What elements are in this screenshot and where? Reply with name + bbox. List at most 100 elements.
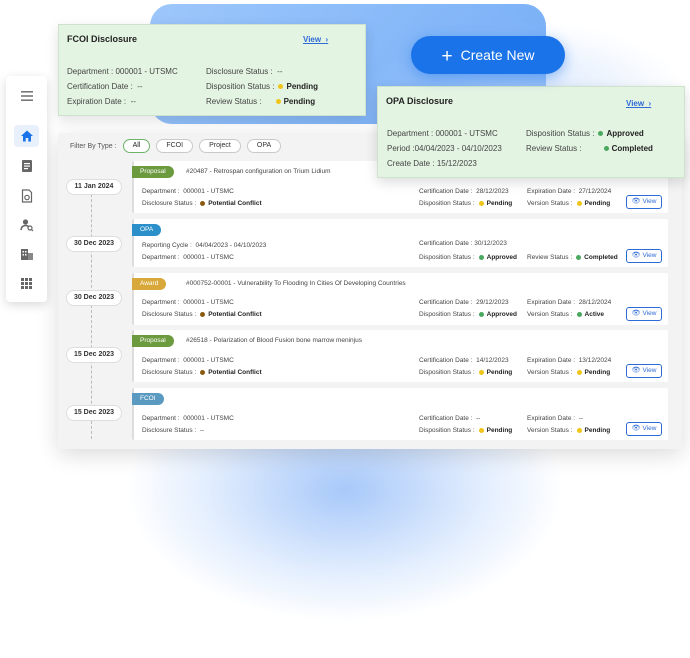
eye-icon: 👁 [631, 425, 641, 432]
timeline-line [91, 179, 92, 439]
status-dot [278, 84, 284, 90]
entry-title[interactable]: #26518 - Polarization of Blood Fusion bo… [186, 337, 362, 344]
field-text: Expiration Date : [67, 97, 127, 106]
field-text: Potential Conflict [208, 369, 262, 376]
filter-label: Filter By Type : [70, 142, 117, 150]
menu-icon[interactable] [14, 85, 39, 107]
info-field: Disclosure Status : Potential Conflict [142, 311, 262, 318]
plus-icon: + [441, 46, 453, 67]
field-text: Disposition Status : [419, 369, 475, 376]
info-field: Department : 000001 - UTSMC [142, 299, 234, 306]
field-text: Pending [286, 82, 319, 91]
field-text: Department : [142, 254, 180, 261]
info-field: Department : 000001 - UTSMC [67, 67, 178, 76]
field-text: 000001 - UTSMC [183, 188, 234, 195]
status-dot [200, 311, 206, 317]
info-field: Certification Date : 30/12/2023 [419, 240, 507, 247]
view-button[interactable]: 👁 View [626, 195, 662, 209]
field-text: Review Status : [526, 144, 582, 153]
field-text: 000001 - UTSMC [183, 299, 234, 306]
info-field: Department : 000001 - UTSMC [142, 357, 234, 364]
info-field: Period :04/04/2023 - 04/10/2023 [387, 144, 502, 153]
filter-chip-fcoi[interactable]: FCOI [156, 139, 194, 153]
field-text: 000001 - UTSMC [183, 415, 234, 422]
field-text: 000001 - UTSMC [115, 67, 178, 76]
info-field: Expiration Date : -- [527, 415, 583, 422]
field-text: Pending [283, 97, 316, 106]
field-text: Approved [486, 311, 517, 318]
view-button[interactable]: 👁 View [626, 364, 662, 378]
building-icon[interactable] [14, 243, 39, 265]
field-text: View [303, 35, 322, 44]
field-text: Completed [584, 254, 618, 261]
info-field: Disclosure Status : Potential Conflict [142, 369, 262, 376]
create-new-button[interactable]: + Create New [411, 36, 565, 74]
user-search-icon[interactable] [14, 214, 39, 236]
card-title: OPA Disclosure [386, 96, 454, 106]
info-field: Version Status : Pending [527, 369, 610, 376]
chevron-right-icon: › [325, 35, 329, 44]
status-dot [576, 369, 582, 375]
field-text: Approved [486, 254, 517, 261]
field-text: 28/12/2023 [476, 188, 509, 195]
home-icon[interactable] [14, 125, 39, 147]
entry-title[interactable]: #000752-00001 - Vulnerability To Floodin… [186, 280, 406, 287]
field-text: Reporting Cycle : [142, 242, 192, 249]
field-text: Review Status : [527, 254, 573, 261]
card-title: FCOI Disclosure [67, 34, 138, 44]
status-dot [200, 200, 206, 206]
field-text: -- [277, 67, 283, 76]
info-field: Review Status : Completed [526, 144, 653, 153]
type-tag-opa: OPA [132, 224, 162, 236]
info-field: Version Status : Active [527, 311, 604, 318]
field-text: Disposition Status : [526, 129, 595, 138]
field-text: View [626, 99, 645, 108]
timeline-entry: Proposal #26518 - Polarization of Blood … [132, 330, 668, 382]
status-dot [576, 254, 582, 260]
filter-chip-opa[interactable]: OPA [246, 139, 282, 153]
info-field: Version Status : Pending [527, 427, 610, 434]
field-text: Pending [486, 427, 513, 434]
field-text: View [642, 310, 657, 317]
apps-grid-icon[interactable] [14, 272, 39, 294]
info-field: Review Status : Completed [527, 254, 618, 261]
chevron-right-icon: › [648, 99, 652, 108]
info-field: Disclosure Status : -- [206, 67, 282, 76]
info-field: Department : 000001 - UTSMC [142, 254, 234, 261]
info-field: Expiration Date : 27/12/2024 [527, 188, 611, 195]
info-field: Version Status : Pending [527, 200, 610, 207]
field-text: Disclosure Status : [142, 427, 197, 434]
info-field: Department : 000001 - UTSMC [142, 188, 234, 195]
field-text: View [642, 252, 657, 259]
filter-chip-all[interactable]: All [122, 139, 151, 153]
field-text: 04/04/2023 - 04/10/2023 [414, 144, 502, 153]
field-text: 27/12/2024 [578, 188, 612, 195]
view-link[interactable]: View › [303, 35, 328, 44]
filter-chip-project[interactable]: Project [199, 139, 241, 153]
view-button[interactable]: 👁 View [626, 422, 662, 436]
timeline-date: 30 Dec 2023 [66, 290, 122, 306]
field-text: -- [199, 427, 205, 434]
status-dot [576, 200, 582, 206]
field-text: 04/04/2023 - 04/10/2023 [195, 242, 267, 249]
file-settings-icon[interactable] [14, 185, 39, 207]
status-dot [275, 99, 281, 105]
filter-bar: Filter By Type : All FCOI Project OPA [70, 139, 282, 153]
timeline-date: 15 Dec 2023 [66, 405, 122, 421]
info-field: Review Status : Pending [206, 97, 315, 106]
document-icon[interactable] [14, 155, 39, 177]
field-text: Expiration Date : [527, 188, 576, 195]
status-dot [603, 146, 609, 152]
field-text: 28/12/2024 [578, 299, 612, 306]
type-tag-award: Award [132, 278, 167, 290]
field-text: 000001 - UTSMC [435, 129, 498, 138]
entry-title[interactable]: #20487 - Retrospan configuration on Triu… [186, 168, 331, 175]
field-text: Department : [142, 357, 180, 364]
field-text: 29/12/2023 [476, 299, 509, 306]
status-dot [576, 427, 582, 433]
view-link[interactable]: View › [626, 99, 651, 108]
eye-icon: 👁 [631, 198, 641, 205]
field-text: Active [584, 311, 605, 318]
view-button[interactable]: 👁 View [626, 307, 662, 321]
view-button[interactable]: 👁 View [626, 249, 662, 263]
